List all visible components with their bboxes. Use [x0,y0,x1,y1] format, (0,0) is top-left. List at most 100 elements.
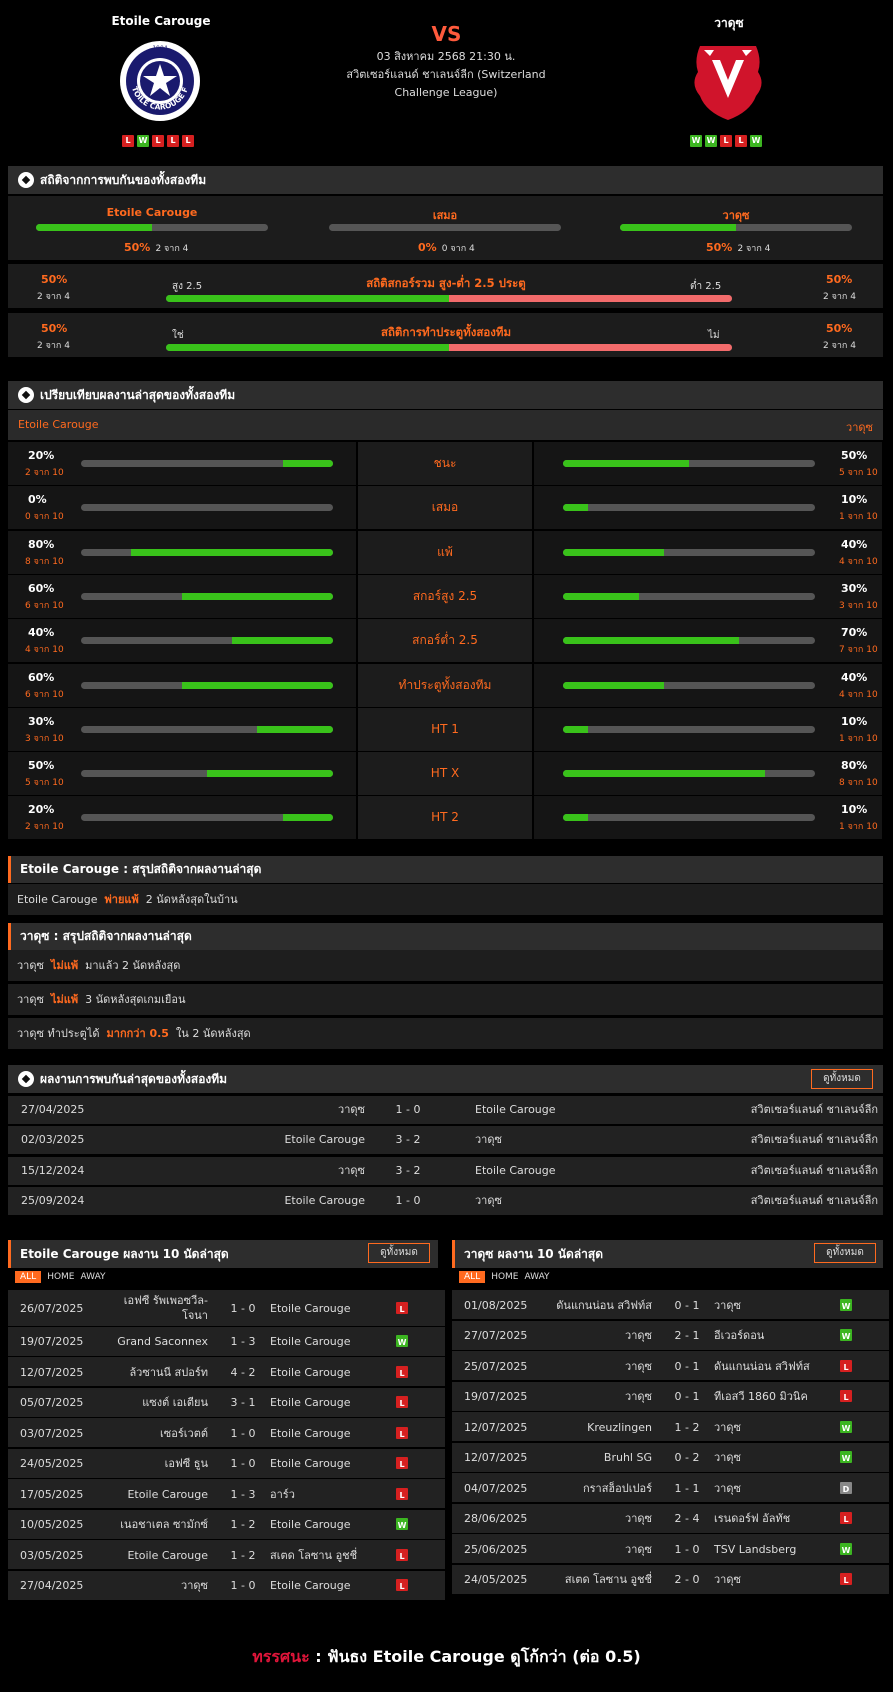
result-score: 0 - 1 [674,1298,700,1312]
h2h-view-all-button[interactable]: ดูทั้งหมด [811,1069,873,1089]
result-score: 1 - 0 [230,1579,256,1592]
compare-right-of: 8 จาก 10 [839,778,878,789]
h2h-row[interactable]: 02/03/2025 Etoile Carouge 3 - 2 วาดุซ สวิตเซ… [8,1126,883,1155]
ou-left-pct: 50% [41,273,68,286]
h2h-results-title: ผลงานการพบกันล่าสุดของทั้งสองทีม [40,1071,228,1086]
result-home: Grand Saconnex [117,1334,208,1349]
h2h-score: 3 - 2 [395,1163,421,1177]
away-tab-away[interactable]: AWAY [525,1272,550,1282]
result-badge: L [396,1302,408,1314]
result-score: 1 - 1 [674,1481,700,1495]
form-badge: L [182,135,194,147]
h2h-home: วาดุซ [338,1163,365,1177]
h2h-row[interactable]: 25/09/2024 Etoile Carouge 1 - 0 วาดุซ สวิตเซ… [8,1186,883,1215]
result-row[interactable]: 12/07/2025 Bruhl SG 0 - 2 วาดุซ W [452,1442,889,1472]
result-row[interactable]: 25/07/2025 วาดุซ 0 - 1 ดันแกนน่อน สวิฟท์ส L [452,1351,889,1380]
home-view-all-button[interactable]: ดูทั้งหมด [368,1243,430,1263]
result-away: สเตด โลซาน อูชชี่ [270,1548,358,1562]
result-row[interactable]: 03/05/2025 Etoile Carouge 1 - 2 สเตด โลซาน … [8,1540,445,1569]
compare-right-of: 1 จาก 10 [839,512,878,523]
compare-right-pct: 10% [841,714,868,728]
result-row[interactable]: 24/05/2025 เอฟซี ธูน 1 - 0 Etoile Carouge L [8,1448,445,1478]
home-team-logo[interactable]: 1904 ETOILE CAROUGE FC [119,40,201,122]
result-home-line: ดันแกนน่อน สวิฟท์ส [556,1298,652,1312]
result-row[interactable]: 24/05/2025 สเตด โลซาน อูชชี่ 2 - 0 วาดุซ L [452,1564,889,1594]
result-row[interactable]: 05/07/2025 แซงต์ เอเตียน 3 - 1 Etoile Carou… [8,1387,445,1417]
compare-left-cell: 0% 0 จาก 10 [8,486,356,530]
h2h-league: สวิตเซอร์แลนด์ ชาเลนจ์ลีก [750,1103,878,1116]
compare-right-of: 1 จาก 10 [839,822,878,833]
result-date: 01/08/2025 [464,1298,528,1312]
result-date: 25/06/2025 [464,1542,528,1556]
result-away: ทีเอสวี 1860 มิวนิค [714,1390,808,1403]
result-home: แซงต์ เอเตียน [142,1395,208,1410]
compare-left-pct: 60% [28,581,55,595]
home-tab-home[interactable]: HOME [47,1272,74,1282]
form-badge: L [122,135,134,147]
h2h-row[interactable]: 27/04/2025 วาดุซ 1 - 0 Etoile Carouge สวิตเซ… [8,1096,883,1124]
result-row[interactable]: 01/08/2025 ดันแกนน่อน สวิฟท์ส 0 - 1 วาดุซ W [452,1290,889,1319]
result-home: วาดุซ [625,1359,652,1374]
compare-left-of: 6 จาก 10 [25,689,64,700]
result-away: เรนดอร์ฟ อัลทัช [714,1512,791,1525]
compare-left-pct: 80% [28,537,55,551]
result-home: วาดุซ [625,1389,652,1404]
result-row[interactable]: 03/07/2025 เซอร์เวตต์ 1 - 0 Etoile Carouge L [8,1418,445,1447]
compare-label: เสมอ [358,486,532,530]
summary-home-row: Etoile Carouge พ่ายแพ้ 2 นัดหลังสุดในบ้า… [8,884,883,915]
home-tab-away[interactable]: AWAY [81,1272,106,1282]
result-away: วาดุซ [714,1451,741,1464]
compare-left-bar [81,770,333,778]
compare-left-bar [81,504,333,512]
compare-left-pct: 20% [28,803,55,817]
away-tabs: ALL HOME AWAY [459,1271,550,1283]
match-date: 03 สิงหาคม 2568 21:30 น. [376,50,516,63]
compare-left-fill [282,814,333,822]
result-away: วาดุซ [714,1420,741,1434]
compare-right-bar [563,548,815,556]
compare-right-fill [563,460,689,467]
result-away: อีเวอร์ดอน [714,1329,765,1342]
result-row[interactable]: 04/07/2025 กราสฮ็อปเปอร์ 1 - 1 วาดุซ D [452,1473,889,1502]
result-row[interactable]: 28/06/2025 วาดุซ 2 - 4 เรนดอร์ฟ อัลทัช L [452,1503,889,1533]
compare-row: 20% 2 จาก 10 ชนะ 50% 5 จาก 10 [8,442,883,485]
result-row[interactable]: 25/06/2025 วาดุซ 1 - 0 TSV Landsberg W [452,1534,889,1563]
result-badge: W [840,1451,852,1463]
result-row[interactable]: 19/07/2025 วาดุซ 0 - 1 ทีเอสวี 1860 มิวนิค L [452,1381,889,1411]
compare-left-bar [81,592,333,600]
compare-label: HT 1 [358,707,532,751]
ou-right-of: 2 จาก 4 [823,292,856,302]
ou-panel: 50% 2 จาก 4 สูง 2.5 สถิติสกอร์รวม สูง-ต่… [8,264,883,308]
result-row[interactable]: 27/04/2025 วาดุซ 1 - 0 Etoile Carouge L [8,1570,445,1600]
compare-left-bar [81,548,333,556]
result-row[interactable]: 10/05/2025 เนอชาเตล ซามักซ์ 1 - 2 Etoile Ca… [8,1509,445,1539]
h2h-row[interactable]: 15/12/2024 วาดุซ 3 - 2 Etoile Carouge สวิตเซ… [8,1156,883,1185]
summary-away-row-1: วาดุซ ไม่แพ้ มาแล้ว 2 นัดหลังสุด [8,950,883,981]
away-tab-home[interactable]: HOME [491,1272,518,1282]
result-row[interactable]: 17/05/2025 Etoile Carouge 1 - 3 อาร์ว L [8,1479,445,1508]
btts-left-of: 2 จาก 4 [37,341,70,351]
result-away: อาร์ว [270,1487,295,1501]
result-row[interactable]: 19/07/2025 Grand Saconnex 1 - 3 Etoile Caro… [8,1326,445,1356]
result-row[interactable]: 26/07/2025 เอฟซี รัพเพอซวีล- โจนา 1 - 0 Etoi… [8,1290,445,1326]
compare-left-of: 5 จาก 10 [25,778,64,789]
compare-right-bar [563,504,815,512]
result-date: 24/05/2025 [20,1457,84,1470]
result-home: Bruhl SG [604,1450,652,1465]
result-badge: L [396,1548,408,1561]
away-view-all-button[interactable]: ดูทั้งหมด [814,1243,876,1263]
result-home: เซอร์เวตต์ [160,1426,208,1441]
away-tab-all[interactable]: ALL [459,1271,486,1283]
result-badge: W [840,1329,852,1341]
compare-right-of: 7 จาก 10 [839,645,878,656]
home-tab-all[interactable]: ALL [15,1271,42,1283]
h2h-away: Etoile Carouge [475,1103,556,1116]
compare-right-bar [563,592,815,600]
away-team-logo[interactable] [690,40,766,122]
result-row[interactable]: 27/07/2025 วาดุซ 2 - 1 อีเวอร์ดอน W [452,1320,889,1350]
result-badge: W [840,1542,852,1555]
result-date: 04/07/2025 [464,1481,528,1495]
result-row[interactable]: 12/07/2025 Kreuzlingen 1 - 2 วาดุซ W [452,1412,889,1441]
result-row[interactable]: 12/07/2025 ล้วซานนี สปอร์ท 4 - 2 Etoile Car… [8,1357,445,1386]
h2h-league: สวิตเซอร์แลนด์ ชาเลนจ์ลีก [750,1193,878,1207]
